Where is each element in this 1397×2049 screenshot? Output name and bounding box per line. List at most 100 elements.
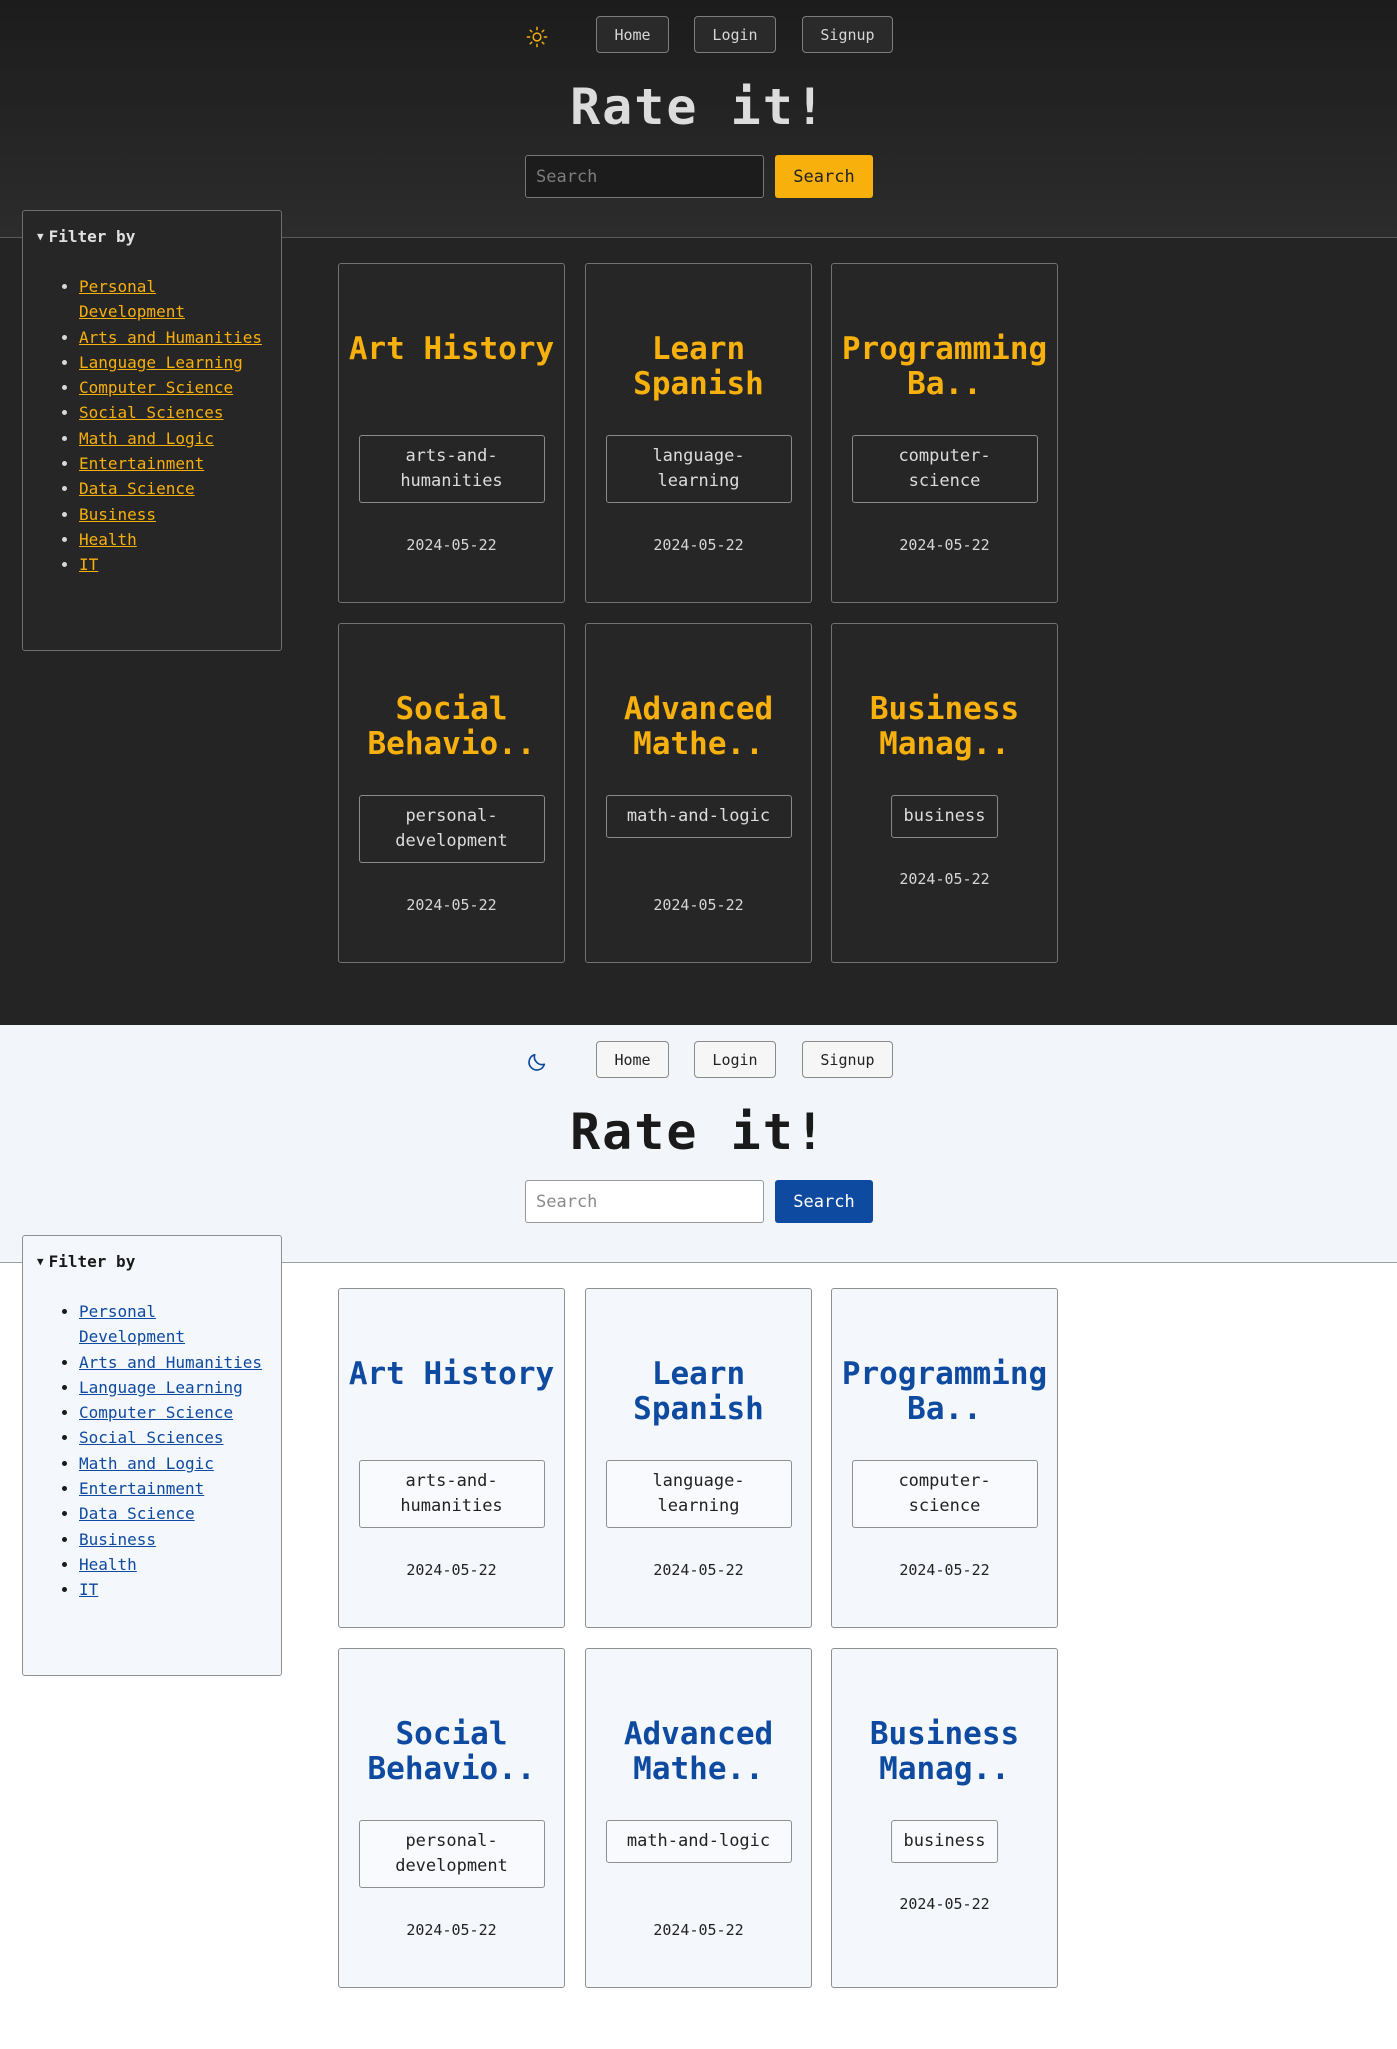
card-title: Business Manag.. <box>869 1716 1020 1787</box>
filter-item: Math and Logic <box>79 426 267 451</box>
course-card[interactable]: Learn Spanish language-learning 2024-05-… <box>585 263 812 603</box>
card-tag: math-and-logic <box>605 795 792 838</box>
filter-item: Health <box>79 1552 267 1577</box>
nav-signup-button[interactable]: Signup <box>802 1041 893 1078</box>
filter-link-data-science[interactable]: Data Science <box>79 479 195 498</box>
nav-home-button[interactable]: Home <box>596 1041 669 1078</box>
filter-item: Entertainment <box>79 451 267 476</box>
filter-link-it[interactable]: IT <box>79 1580 98 1599</box>
filter-link-personal-development[interactable]: Personal Development <box>79 1302 185 1346</box>
card-tag: personal-development <box>358 1820 545 1888</box>
card-tag: arts-and-humanities <box>358 1460 545 1528</box>
filter-link-social-sciences[interactable]: Social Sciences <box>79 403 224 422</box>
card-tag: language-learning <box>605 1460 792 1528</box>
card-date: 2024-05-22 <box>653 536 744 554</box>
card-date: 2024-05-22 <box>406 896 497 914</box>
filter-item: Language Learning <box>79 350 267 375</box>
card-title: Advanced Mathe.. <box>623 1716 774 1787</box>
card-date: 2024-05-22 <box>899 1561 990 1579</box>
filter-item: Computer Science <box>79 1400 267 1425</box>
card-date: 2024-05-22 <box>406 536 497 554</box>
course-card[interactable]: Art History arts-and-humanities 2024-05-… <box>338 1288 565 1628</box>
filter-link-math-and-logic[interactable]: Math and Logic <box>79 429 214 448</box>
filter-link-health[interactable]: Health <box>79 530 137 549</box>
course-card[interactable]: Programming Ba.. computer-science 2024-0… <box>831 1288 1058 1628</box>
filter-list: Personal Development Arts and Humanities… <box>37 1299 267 1603</box>
card-title: Social Behavio.. <box>367 691 536 762</box>
filter-link-personal-development[interactable]: Personal Development <box>79 277 185 321</box>
filter-item: Data Science <box>79 476 267 501</box>
course-card[interactable]: Social Behavio.. personal-development 20… <box>338 623 565 963</box>
course-card[interactable]: Programming Ba.. computer-science 2024-0… <box>831 263 1058 603</box>
triangle-down-icon: ▼ <box>37 1255 44 1268</box>
card-date: 2024-05-22 <box>653 1921 744 1939</box>
sun-icon[interactable] <box>522 22 552 52</box>
filter-panel: ▼ Filter by Personal Development Arts an… <box>22 210 282 651</box>
course-card[interactable]: Social Behavio.. personal-development 20… <box>338 1648 565 1988</box>
filter-item: Personal Development <box>79 1299 267 1350</box>
course-card[interactable]: Business Manag.. business 2024-05-22 <box>831 1648 1058 1988</box>
card-tag: business <box>890 1820 999 1863</box>
search-button[interactable]: Search <box>775 1180 873 1223</box>
card-date: 2024-05-22 <box>653 1561 744 1579</box>
nav-login-button[interactable]: Login <box>694 16 776 53</box>
filter-item: Entertainment <box>79 1476 267 1501</box>
card-title: Programming Ba.. <box>841 1356 1048 1427</box>
nav-login-button[interactable]: Login <box>694 1041 776 1078</box>
filter-item: Language Learning <box>79 1375 267 1400</box>
card-tag: computer-science <box>851 435 1038 503</box>
filter-link-language-learning[interactable]: Language Learning <box>79 353 243 372</box>
filter-link-computer-science[interactable]: Computer Science <box>79 378 233 397</box>
card-title: Advanced Mathe.. <box>623 691 774 762</box>
card-title: Programming Ba.. <box>841 331 1048 402</box>
filter-summary-label: Filter by <box>48 227 136 246</box>
filter-item: IT <box>79 1577 267 1602</box>
filter-link-arts-and-humanities[interactable]: Arts and Humanities <box>79 1353 262 1372</box>
filter-item: Business <box>79 502 267 527</box>
filter-list: Personal Development Arts and Humanities… <box>37 274 267 578</box>
triangle-down-icon: ▼ <box>37 230 44 243</box>
filter-item: Social Sciences <box>79 400 267 425</box>
filter-link-business[interactable]: Business <box>79 1530 156 1549</box>
filter-link-entertainment[interactable]: Entertainment <box>79 1479 204 1498</box>
filter-link-entertainment[interactable]: Entertainment <box>79 454 204 473</box>
course-card[interactable]: Art History arts-and-humanities 2024-05-… <box>338 263 565 603</box>
moon-icon[interactable] <box>522 1047 552 1077</box>
filter-item: Business <box>79 1527 267 1552</box>
page-title: Rate it! <box>570 1103 827 1161</box>
card-title: Learn Spanish <box>633 1356 764 1427</box>
filter-link-business[interactable]: Business <box>79 505 156 524</box>
search-input[interactable] <box>525 1180 764 1223</box>
nav-home-button[interactable]: Home <box>596 16 669 53</box>
course-card[interactable]: Business Manag.. business 2024-05-22 <box>831 623 1058 963</box>
filter-item: Arts and Humanities <box>79 1350 267 1375</box>
filter-link-health[interactable]: Health <box>79 1555 137 1574</box>
filter-link-language-learning[interactable]: Language Learning <box>79 1378 243 1397</box>
filter-link-computer-science[interactable]: Computer Science <box>79 1403 233 1422</box>
card-tag: language-learning <box>605 435 792 503</box>
filter-item: Health <box>79 527 267 552</box>
filter-link-social-sciences[interactable]: Social Sciences <box>79 1428 224 1447</box>
search-button[interactable]: Search <box>775 155 873 198</box>
course-card[interactable]: Learn Spanish language-learning 2024-05-… <box>585 1288 812 1628</box>
filter-link-data-science[interactable]: Data Science <box>79 1504 195 1523</box>
card-tag: arts-and-humanities <box>358 435 545 503</box>
header: Home Login Signup Rate it! Search <box>0 0 1397 238</box>
filter-link-math-and-logic[interactable]: Math and Logic <box>79 1454 214 1473</box>
card-title: Business Manag.. <box>869 691 1020 762</box>
card-tag: business <box>890 795 999 838</box>
filter-item: Computer Science <box>79 375 267 400</box>
filter-panel: ▼ Filter by Personal Development Arts an… <box>22 1235 282 1676</box>
card-date: 2024-05-22 <box>653 896 744 914</box>
filter-link-arts-and-humanities[interactable]: Arts and Humanities <box>79 328 262 347</box>
filter-toggle[interactable]: ▼ Filter by <box>37 227 267 246</box>
filter-link-it[interactable]: IT <box>79 555 98 574</box>
filter-toggle[interactable]: ▼ Filter by <box>37 1252 267 1271</box>
course-card[interactable]: Advanced Mathe.. math-and-logic 2024-05-… <box>585 623 812 963</box>
light-theme-view: Home Login Signup Rate it! Search ▼ Filt… <box>0 1025 1397 2049</box>
page-title: Rate it! <box>570 78 827 136</box>
nav-signup-button[interactable]: Signup <box>802 16 893 53</box>
filter-item: Data Science <box>79 1501 267 1526</box>
search-input[interactable] <box>525 155 764 198</box>
course-card[interactable]: Advanced Mathe.. math-and-logic 2024-05-… <box>585 1648 812 1988</box>
